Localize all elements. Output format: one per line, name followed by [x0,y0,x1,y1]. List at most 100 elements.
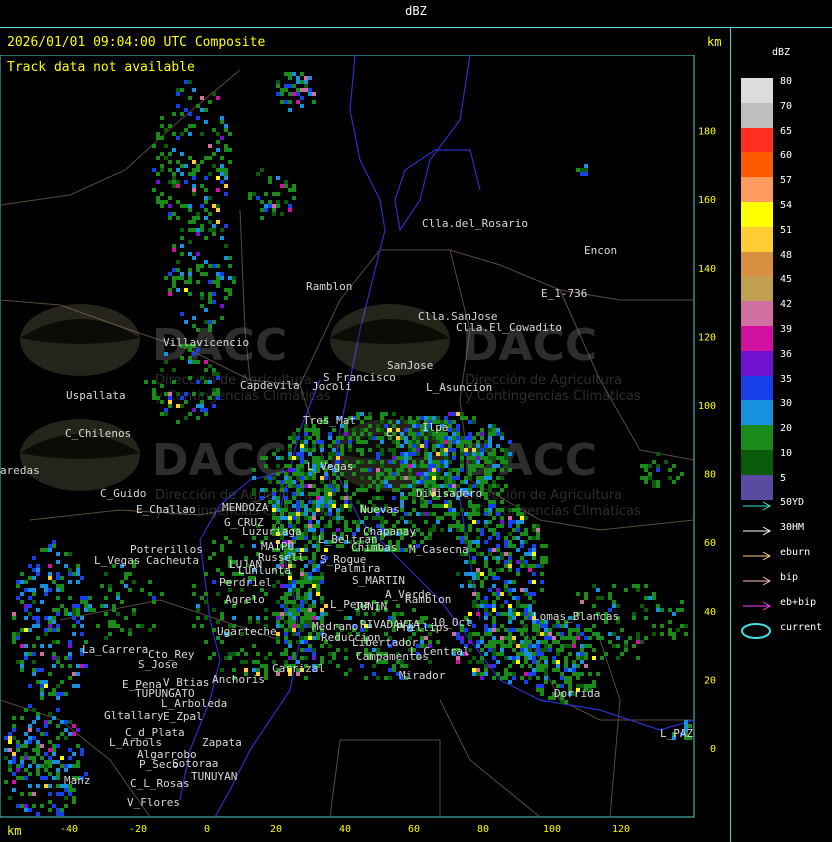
echo-cell [56,768,60,772]
echo-cell [316,548,320,552]
echo-cell [484,608,488,612]
echo-cell [420,512,424,516]
y-tick-label: 0 [710,744,716,755]
echo-cell [588,636,592,640]
echo-cell [480,676,484,680]
echo-cell [68,580,72,584]
echo-cell [336,436,340,440]
echo-cell [304,564,308,568]
echo-cell [148,628,152,632]
echo-cell [28,736,32,740]
echo-cell [364,468,368,472]
echo-cell [316,492,320,496]
echo-cell [212,320,216,324]
echo-cell [68,748,72,752]
echo-cell [500,652,504,656]
echo-cell [408,444,412,448]
echo-cell [332,656,336,660]
echo-cell [368,448,372,452]
echo-cell [428,468,432,472]
echo-cell [504,484,508,488]
echo-cell [448,472,452,476]
echo-cell [168,196,172,200]
echo-cell [56,596,60,600]
echo-cell [356,488,360,492]
echo-cell [536,536,540,540]
echo-cell [312,504,316,508]
echo-cell [108,624,112,628]
echo-cell [608,640,612,644]
echo-cell [336,512,340,516]
echo-cell [492,516,496,520]
echo-cell [320,508,324,512]
echo-cell [292,480,296,484]
echo-cell [480,436,484,440]
echo-cell [216,372,220,376]
echo-cell [340,508,344,512]
echo-cell [504,448,508,452]
echo-cell [392,668,396,672]
echo-cell [244,660,248,664]
echo-cell [304,448,308,452]
echo-cell [180,132,184,136]
place-label: Capdevila [240,379,300,392]
legend-swatch [741,350,773,376]
echo-cell [388,448,392,452]
echo-cell [336,528,340,532]
echo-cell [532,672,536,676]
place-label: L_PAZ [660,727,693,740]
echo-cell [32,652,36,656]
echo-cell [284,640,288,644]
echo-cell [412,464,416,468]
echo-cell [8,740,12,744]
echo-cell [300,488,304,492]
echo-cell [352,428,356,432]
echo-cell [316,588,320,592]
echo-cell [372,516,376,520]
echo-cell [444,440,448,444]
echo-cell [480,656,484,660]
echo-cell [500,468,504,472]
echo-cell [224,192,228,196]
echo-cell [312,556,316,560]
echo-cell [452,448,456,452]
echo-cell [196,416,200,420]
echo-cell [644,616,648,620]
echo-cell [192,408,196,412]
echo-cell [564,660,568,664]
echo-cell [536,664,540,668]
echo-cell [132,608,136,612]
echo-cell [488,548,492,552]
echo-cell [316,488,320,492]
echo-cell [272,452,276,456]
echo-cell [264,668,268,672]
legend-label: 45 [780,274,793,286]
echo-cell [500,648,504,652]
echo-cell [412,460,416,464]
echo-cell [584,644,588,648]
echo-cell [344,520,348,524]
radar-map[interactable]: DACC Dirección de Agricultura y Continge… [0,55,730,842]
echo-cell [160,192,164,196]
echo-cell [300,608,304,612]
echo-cell [56,692,60,696]
echo-cell [536,528,540,532]
echo-cell [344,432,348,436]
echo-cell [512,544,516,548]
echo-cell [292,196,296,200]
echo-cell [112,608,116,612]
echo-cell [296,464,300,468]
echo-cell [484,480,488,484]
echo-cell [464,476,468,480]
echo-cell [284,476,288,480]
place-label: Clla.del_Rosario [422,217,528,230]
echo-cell [520,588,524,592]
echo-cell [320,440,324,444]
echo-cell [308,540,312,544]
echo-cell [512,656,516,660]
place-label: aredas [0,464,40,477]
echo-cell [152,600,156,604]
echo-cell [268,204,272,208]
echo-cell [508,568,512,572]
echo-cell [272,584,276,588]
